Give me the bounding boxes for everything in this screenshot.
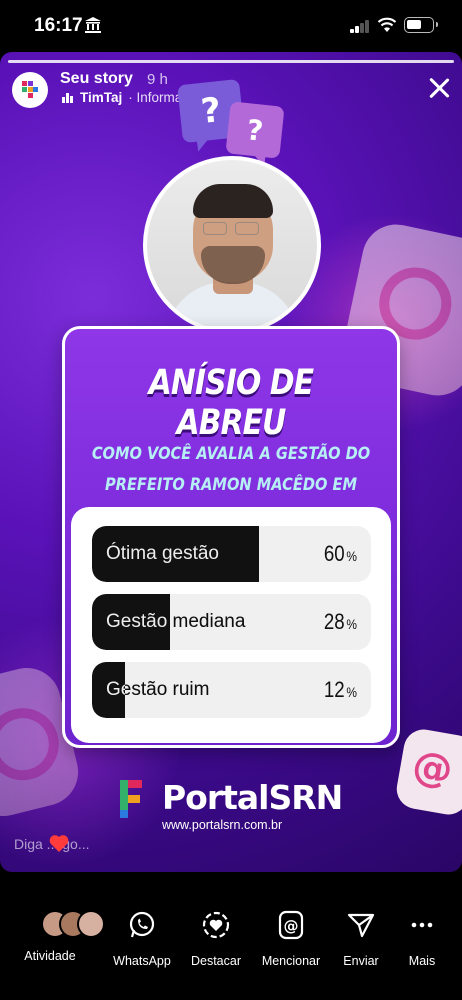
poll-option-percent: 60% bbox=[323, 541, 357, 566]
action-label: WhatsApp bbox=[113, 954, 171, 968]
poll-option-label: Ótima gestão bbox=[106, 543, 219, 564]
mention-icon: @ bbox=[278, 910, 304, 940]
poll-option[interactable]: Ótima gestão 60% bbox=[92, 526, 371, 582]
close-button[interactable] bbox=[426, 75, 452, 101]
poll-option-percent: 28% bbox=[323, 609, 357, 634]
bank-icon bbox=[85, 17, 101, 33]
poll-option-percent: 12% bbox=[323, 677, 357, 702]
poll-option-label: Gestão ruim bbox=[106, 679, 210, 700]
action-label: Mais bbox=[408, 954, 436, 968]
highlight-heart-icon bbox=[202, 911, 230, 939]
activity-button[interactable]: Atividade bbox=[12, 910, 105, 963]
action-label: Atividade bbox=[24, 949, 76, 963]
story-owner[interactable]: Seu story bbox=[60, 70, 133, 88]
status-time: 16:17 bbox=[34, 15, 83, 36]
story-progress-bar bbox=[8, 60, 454, 63]
more-button[interactable]: Mais bbox=[384, 910, 460, 968]
more-icon bbox=[411, 922, 433, 928]
story-action-bar: Atividade WhatsApp Destacar @ Mencionar … bbox=[0, 872, 462, 1000]
wifi-icon bbox=[377, 17, 397, 32]
action-label: Destacar bbox=[190, 954, 242, 968]
poll-option[interactable]: Gestão mediana 28% bbox=[92, 594, 371, 650]
cellular-signal-icon bbox=[350, 20, 370, 33]
activity-avatars-icon bbox=[35, 910, 105, 940]
heart-icon bbox=[49, 835, 69, 852]
portal-brand: PortalSRN bbox=[162, 778, 343, 817]
poll-results: Ótima gestão 60% Gestão mediana 28% Gest… bbox=[71, 507, 391, 743]
battery-icon bbox=[404, 17, 438, 33]
whatsapp-icon bbox=[129, 911, 155, 938]
svg-text:@: @ bbox=[284, 917, 299, 935]
status-bar: 16:17 bbox=[0, 0, 462, 52]
poll-option[interactable]: Gestão ruim 12% bbox=[92, 662, 371, 718]
whatsapp-button[interactable]: WhatsApp bbox=[104, 910, 180, 968]
mayor-portrait bbox=[143, 156, 321, 334]
mention-decor-icon: @ bbox=[393, 726, 462, 818]
mention-button[interactable]: @ Mencionar bbox=[253, 910, 329, 968]
poll-card: ANÍSIO DE ABREU COMO VOCÊ AVALIA A GESTÃ… bbox=[62, 326, 400, 748]
portal-logo-icon bbox=[22, 81, 38, 99]
question-bubble-icon: ? bbox=[225, 101, 285, 159]
portal-url: www.portalsrn.com.br bbox=[162, 818, 283, 832]
action-label: Mencionar bbox=[261, 954, 321, 968]
music-bars-icon bbox=[62, 92, 74, 103]
avatar[interactable] bbox=[12, 72, 48, 108]
portal-logo-icon bbox=[120, 780, 150, 818]
story-age: 9 h bbox=[147, 71, 168, 88]
send-icon bbox=[347, 913, 375, 938]
story-viewer[interactable]: Seu story 9 h TimTaj · Information › ? ?… bbox=[0, 52, 462, 872]
city-title: ANÍSIO DE ABREU bbox=[148, 363, 314, 443]
portal-logo: PortalSRN www.portalsrn.com.br bbox=[120, 776, 350, 832]
poll-option-label: Gestão mediana bbox=[106, 611, 246, 632]
highlight-button[interactable]: Destacar bbox=[178, 910, 254, 968]
music-artist: TimTaj bbox=[80, 90, 123, 105]
